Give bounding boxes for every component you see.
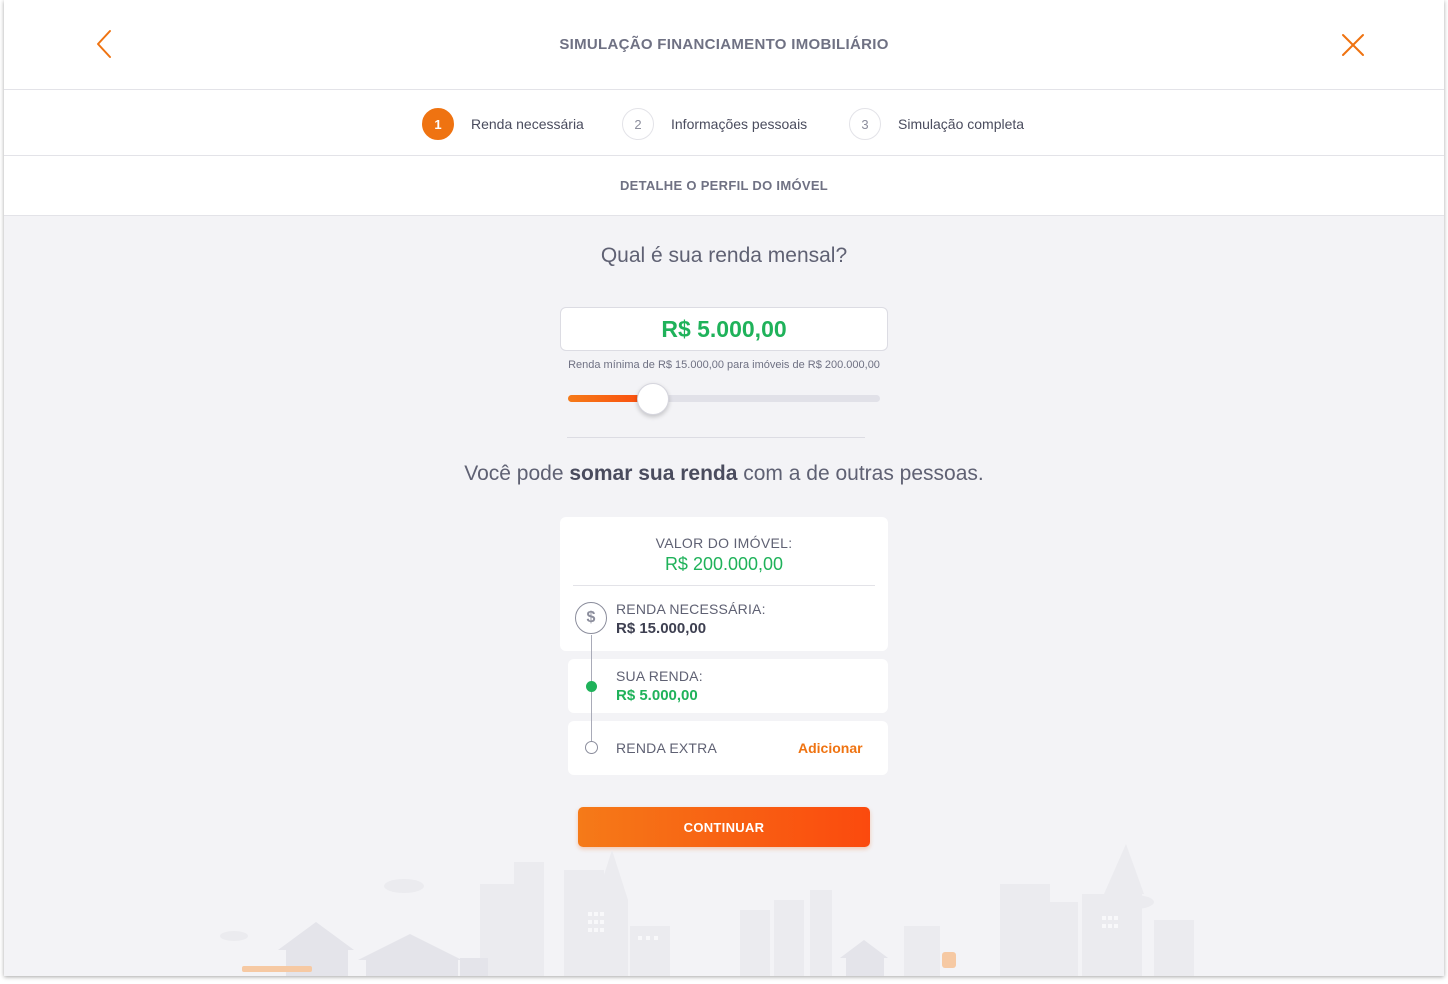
step-label: Simulação completa — [898, 116, 1025, 132]
required-income-label: RENDA NECESSÁRIA: — [616, 601, 766, 617]
extra-income-label: RENDA EXTRA — [616, 740, 717, 756]
your-income-card: SUA RENDA: R$ 5.000,00 — [568, 659, 888, 713]
your-income-label: SUA RENDA: — [616, 668, 703, 684]
stepper: 1 Renda necessária 2 Informações pessoai… — [4, 90, 1444, 156]
step-2[interactable]: 2 Informações pessoais — [622, 108, 807, 140]
step-number: 2 — [622, 108, 654, 140]
divider — [567, 437, 865, 438]
slider-thumb[interactable] — [637, 383, 669, 415]
your-income-value: R$ 5.000,00 — [616, 687, 698, 704]
sum-text-suffix: com a de outras pessoas. — [737, 462, 984, 485]
top-bar: SIMULAÇÃO FINANCIAMENTO IMOBILIÁRIO — [4, 0, 1444, 90]
step-label: Renda necessária — [471, 116, 584, 132]
income-slider[interactable] — [568, 395, 880, 402]
section-header: DETALHE O PERFIL DO IMÓVEL — [4, 156, 1444, 216]
sum-text-prefix: Você pode — [464, 462, 570, 485]
page-title: SIMULAÇÃO FINANCIAMENTO IMOBILIÁRIO — [559, 36, 889, 53]
sum-income-text: Você pode somar sua renda com a de outra… — [4, 462, 1444, 486]
dollar-icon: $ — [575, 602, 607, 634]
section-title: DETALHE O PERFIL DO IMÓVEL — [619, 178, 829, 193]
step-1[interactable]: 1 Renda necessária — [422, 108, 584, 140]
add-extra-income-link[interactable]: Adicionar — [798, 740, 863, 756]
card-divider — [573, 585, 875, 586]
step-3[interactable]: 3 Simulação completa — [849, 108, 1024, 140]
timeline-dot-filled — [586, 681, 597, 692]
step-label: Informações pessoais — [671, 116, 808, 132]
income-hint: Renda mínima de R$ 15.000,00 para imóvei… — [568, 359, 880, 371]
income-question: Qual é sua renda mensal? — [600, 244, 848, 267]
timeline-dot-empty — [585, 741, 598, 754]
close-icon[interactable] — [1340, 32, 1366, 58]
step-number: 3 — [849, 108, 881, 140]
property-value-label: VALOR DO IMÓVEL: — [655, 535, 793, 551]
property-summary-card: VALOR DO IMÓVEL: R$ 200.000,00 RENDA NEC… — [560, 517, 888, 651]
app-window: SIMULAÇÃO FINANCIAMENTO IMOBILIÁRIO 1 Re… — [4, 0, 1444, 976]
extra-income-card: RENDA EXTRA Adicionar — [568, 721, 888, 775]
step-number: 1 — [422, 108, 454, 140]
city-skyline-illustration — [220, 844, 1194, 976]
income-input[interactable] — [560, 307, 888, 351]
sum-text-bold: somar sua renda — [569, 462, 738, 485]
property-value: R$ 200.000,00 — [664, 554, 784, 574]
required-income-value: R$ 15.000,00 — [616, 620, 707, 637]
